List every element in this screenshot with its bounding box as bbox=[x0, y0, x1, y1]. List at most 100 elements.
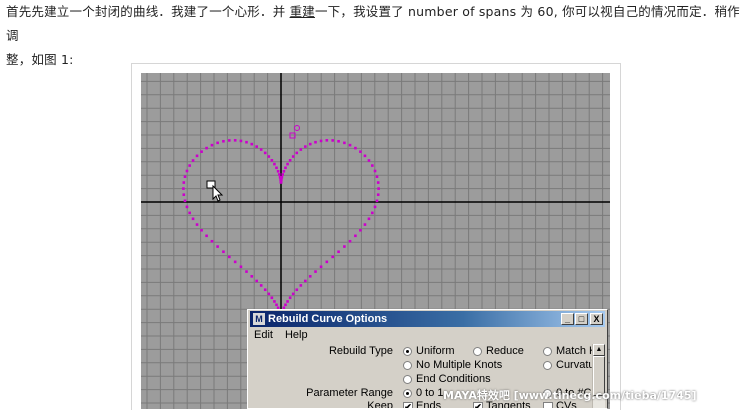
curve-cv-point bbox=[263, 151, 267, 155]
curve-cv-point bbox=[195, 223, 199, 226]
curve-cv-point bbox=[375, 199, 379, 203]
curve-cv-point bbox=[185, 205, 189, 209]
curve-cv-point bbox=[319, 265, 323, 269]
curve-cv-point bbox=[233, 139, 237, 142]
curve-cv-point bbox=[259, 148, 263, 151]
radio-uniform[interactable] bbox=[403, 347, 412, 356]
dialog-title: Rebuild Curve Options bbox=[268, 313, 388, 325]
curve-cv-point bbox=[216, 141, 219, 145]
article-text: 首先先建立一个封闭的曲线．我建了一个心形．并 重建一下，我设置了 number … bbox=[6, 0, 746, 72]
curve-cv-point bbox=[183, 199, 187, 203]
curve-cv-point bbox=[191, 217, 195, 221]
curve-cv-point bbox=[295, 288, 299, 292]
curve-cv-point bbox=[267, 155, 271, 158]
curve-cv-point bbox=[233, 260, 237, 264]
curve-cv-point bbox=[263, 288, 267, 292]
curve-cv-point bbox=[259, 284, 263, 287]
option-uniform: Uniform bbox=[416, 345, 455, 357]
curve-direction-marker bbox=[294, 125, 300, 131]
menu-edit[interactable]: Edit bbox=[254, 329, 273, 341]
curve-cv-point bbox=[245, 140, 248, 144]
curve-cv-point bbox=[255, 279, 258, 283]
radio-reduce[interactable] bbox=[473, 347, 482, 356]
radio-no-multiple-knots[interactable] bbox=[403, 361, 412, 370]
select-cursor-icon bbox=[206, 180, 224, 202]
curve-cv-point bbox=[377, 187, 380, 190]
curve-cv-point bbox=[210, 143, 214, 147]
radio-curvature[interactable] bbox=[543, 361, 552, 370]
curve-cv-point bbox=[359, 228, 362, 232]
curve-cv-point bbox=[205, 234, 208, 238]
option-reduce: Reduce bbox=[486, 345, 524, 357]
curve-cv-point bbox=[284, 303, 287, 307]
checkbox-ends[interactable]: ✔ bbox=[403, 402, 413, 408]
curve-cv-point bbox=[299, 284, 303, 287]
curve-cv-point bbox=[273, 162, 276, 166]
curve-cv-point bbox=[295, 151, 299, 155]
curve-cv-point bbox=[278, 175, 282, 179]
curve-cv-point bbox=[255, 145, 258, 148]
curve-cv-point bbox=[222, 250, 225, 254]
curve-cv-point bbox=[288, 158, 292, 162]
dialog-menubar: Edit Help bbox=[254, 329, 320, 341]
curve-cv-point bbox=[376, 181, 380, 184]
radio-end-conditions[interactable] bbox=[403, 375, 412, 384]
menu-help[interactable]: Help bbox=[285, 329, 308, 341]
curve-cv-point bbox=[239, 265, 243, 269]
radio-0-to-1[interactable] bbox=[403, 389, 412, 398]
minimize-button[interactable]: _ bbox=[561, 313, 574, 325]
checkbox-cvs[interactable] bbox=[543, 402, 553, 408]
curve-cv-point bbox=[182, 181, 186, 184]
article-line-1: 首先先建立一个封闭的曲线．我建了一个心形．并 重建一下，我设置了 number … bbox=[6, 0, 746, 48]
rebuild-type-label: Rebuild Type bbox=[328, 345, 393, 357]
curve-cv-point bbox=[228, 139, 231, 142]
curve-cv-point bbox=[319, 139, 323, 143]
curve-cv-point bbox=[284, 166, 287, 170]
dialog-titlebar[interactable]: M Rebuild Curve Options _ □ X bbox=[250, 311, 605, 327]
curve-cv-point bbox=[270, 296, 274, 300]
curve-cv-point bbox=[275, 303, 278, 307]
curve-cv-point bbox=[348, 143, 352, 147]
curve-cv-point bbox=[188, 211, 191, 215]
curve-cv-point bbox=[363, 154, 367, 158]
curve-cv-point bbox=[210, 239, 214, 243]
curve-cv-point bbox=[314, 140, 317, 144]
curve-cv-point bbox=[291, 155, 295, 158]
option-no-multiple-knots: No Multiple Knots bbox=[416, 359, 503, 371]
curve-cv-point bbox=[185, 169, 189, 173]
curve-cv-point bbox=[200, 228, 203, 232]
curve-cv-point bbox=[348, 239, 352, 243]
curve-cv-point bbox=[304, 279, 307, 283]
curve-cv-point bbox=[270, 158, 274, 162]
scroll-up-arrow-icon[interactable]: ▲ bbox=[593, 344, 605, 356]
curve-cv-point bbox=[205, 146, 208, 150]
curve-cv-point bbox=[363, 223, 367, 226]
curve-cv-point bbox=[195, 154, 199, 158]
curve-cv-point bbox=[331, 139, 334, 142]
curve-cv-point bbox=[200, 150, 203, 153]
curve-cv-point bbox=[337, 139, 340, 143]
curve-cv-point bbox=[314, 270, 317, 273]
curve-cv-point bbox=[337, 250, 340, 254]
radio-match-knots[interactable] bbox=[543, 347, 552, 356]
curve-cv-point bbox=[375, 175, 379, 178]
curve-cv-point bbox=[286, 162, 289, 166]
curve-cv-point bbox=[343, 245, 346, 248]
curve-cv-point bbox=[216, 245, 219, 248]
curve-cv-point bbox=[354, 234, 357, 238]
checkbox-tangents[interactable]: ✔ bbox=[473, 402, 483, 408]
curve-cv-point bbox=[371, 211, 374, 215]
maya-app-icon: M bbox=[253, 313, 265, 325]
close-button[interactable]: X bbox=[590, 313, 603, 325]
curve-cv-point bbox=[250, 142, 254, 146]
curve-cv-point bbox=[371, 164, 374, 167]
option-0-to-1: 0 to 1 bbox=[416, 387, 444, 399]
curve-cv-point bbox=[288, 296, 292, 300]
rebuild-link[interactable]: 重建 bbox=[290, 4, 315, 19]
curve-cv-point bbox=[308, 142, 312, 146]
curve-cv-point bbox=[367, 217, 371, 221]
curve-cv-point bbox=[281, 173, 284, 176]
curve-cv-point bbox=[273, 300, 276, 303]
maximize-button[interactable]: □ bbox=[575, 313, 588, 325]
curve-cv-point bbox=[325, 139, 329, 142]
